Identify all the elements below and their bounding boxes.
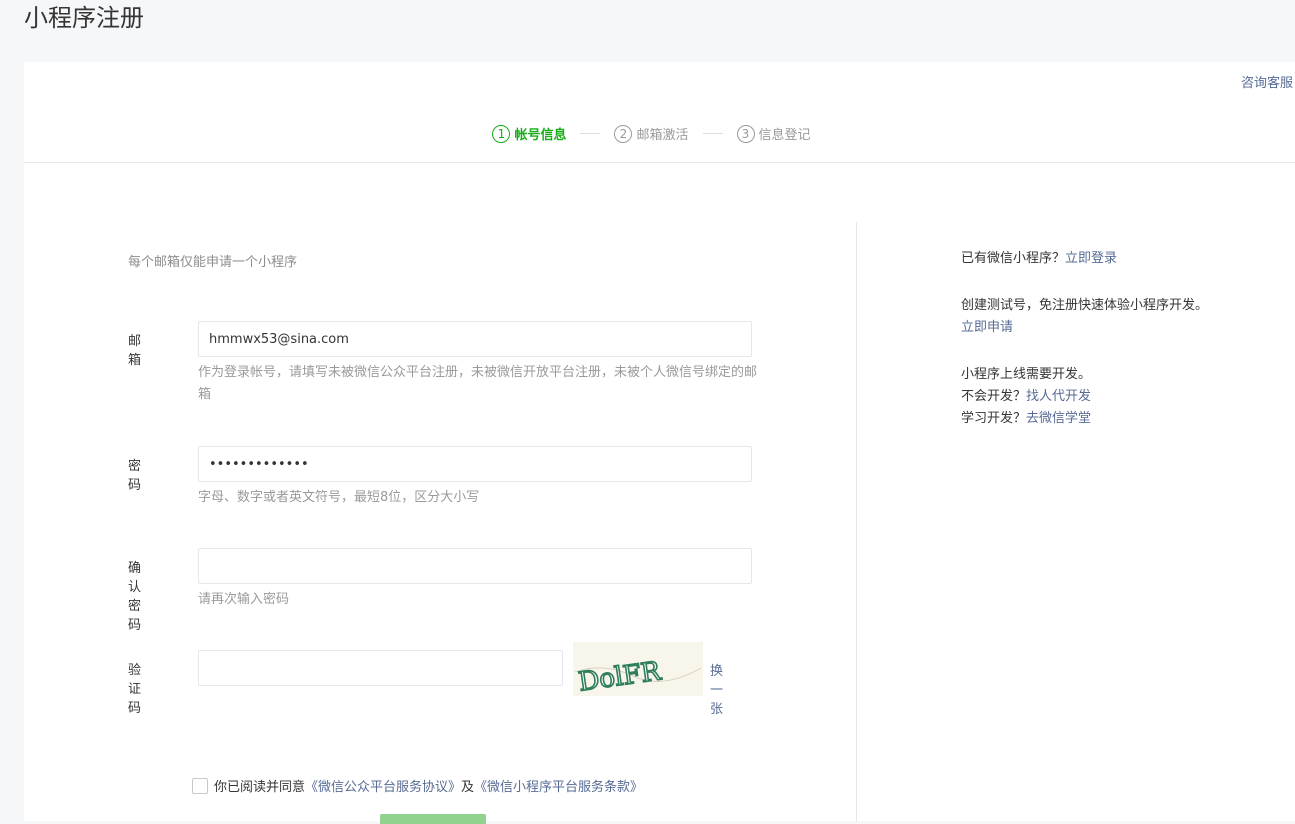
step-indicator: 1 帐号信息 2 邮箱激活 3 信息登记 [24, 124, 1295, 143]
confirm-password-label: 确认密码 [128, 561, 142, 633]
header-divider [24, 162, 1295, 163]
step-info-registration: 3 信息登记 [736, 124, 811, 143]
step-number: 3 [736, 124, 755, 143]
step-email-activation: 2 邮箱激活 [614, 124, 689, 143]
agreement-row: 你已阅读并同意 《微信公众平台服务协议》 及 《微信小程序平台服务条款》 [192, 776, 643, 795]
password-label: 密码 [128, 459, 142, 493]
wechat-academy-link[interactable]: 去微信学堂 [1026, 411, 1091, 426]
page-title: 小程序注册 [24, 4, 144, 32]
step-label: 信息登记 [758, 128, 811, 143]
refresh-captcha-link[interactable]: 换一张 [710, 660, 723, 717]
email-hint: 作为登录帐号，请填写未被微信公众平台注册，未被微信开放平台注册，未被个人微信号绑… [198, 365, 758, 402]
register-button[interactable] [380, 814, 486, 824]
side-test-account: 创建测试号，免注册快速体验小程序开发。立即申请 [961, 295, 1211, 339]
captcha-image[interactable]: DolFR [573, 642, 703, 698]
login-link[interactable]: 立即登录 [1065, 251, 1117, 266]
develop-text: 小程序上线需要开发。 [961, 367, 1092, 382]
step-number: 1 [492, 124, 511, 143]
captcha-label: 验证码 [128, 663, 142, 716]
agree-prefix: 你已阅读并同意 [214, 780, 306, 795]
column-divider [856, 222, 857, 822]
email-label: 邮箱 [128, 334, 142, 368]
password-field[interactable] [198, 446, 752, 482]
captcha-text: DolFR [577, 656, 664, 696]
password-hint: 字母、数字或者英文符号，最短8位，区分大小写 [198, 490, 480, 505]
confirm-password-hint: 请再次输入密码 [198, 592, 290, 607]
find-developer-link[interactable]: 找人代开发 [1026, 389, 1091, 404]
step-account-info: 1 帐号信息 [492, 124, 566, 143]
step-number: 2 [614, 124, 633, 143]
step-connector [702, 133, 723, 134]
develop-question: 不会开发？ [961, 389, 1027, 404]
side-login: 已有微信小程序？立即登录 [961, 248, 1211, 270]
agree-middle: 及 [461, 780, 475, 795]
service-agreement-link[interactable]: 《微信公众平台服务协议》 [305, 776, 461, 795]
test-account-text: 创建测试号，免注册快速体验小程序开发。 [961, 298, 1209, 313]
customer-service-link[interactable]: 咨询客服 [1241, 72, 1293, 91]
service-terms-link[interactable]: 《微信小程序平台服务条款》 [474, 776, 643, 795]
agree-checkbox[interactable] [192, 777, 208, 794]
side-develop: 小程序上线需要开发。 不会开发？找人代开发 学习开发？去微信学堂 [961, 364, 1211, 430]
login-question: 已有微信小程序？ [961, 251, 1066, 266]
registration-card: 咨询客服 1 帐号信息 2 邮箱激活 3 信息登记 每个邮箱仅能申请一个小程序 … [24, 62, 1295, 824]
step-label: 邮箱激活 [636, 128, 689, 143]
email-field[interactable] [198, 321, 752, 357]
form-tip: 每个邮箱仅能申请一个小程序 [128, 255, 298, 270]
step-connector [580, 133, 601, 134]
confirm-password-field[interactable] [198, 548, 752, 584]
apply-test-link[interactable]: 立即申请 [961, 320, 1013, 335]
captcha-input[interactable] [198, 650, 563, 686]
step-label: 帐号信息 [514, 128, 567, 143]
learn-question: 学习开发？ [961, 411, 1027, 426]
